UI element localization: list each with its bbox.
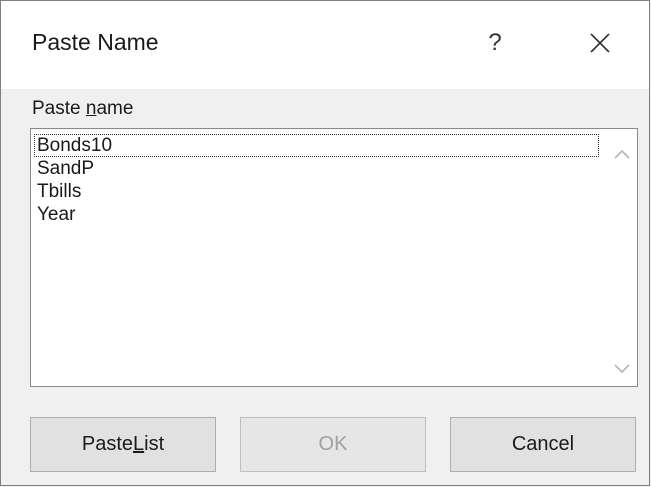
list-item[interactable]: SandP <box>34 157 599 180</box>
scroll-down-button[interactable] <box>607 354 637 384</box>
title-bar: Paste Name ? <box>1 1 649 89</box>
names-list: Bonds10 SandP Tbills Year <box>34 134 599 226</box>
paste-list-button[interactable]: Paste List <box>30 417 216 472</box>
close-button[interactable] <box>574 19 626 67</box>
help-button[interactable]: ? <box>471 19 519 67</box>
names-listbox[interactable]: Bonds10 SandP Tbills Year <box>30 128 638 387</box>
vertical-scrollbar[interactable] <box>607 129 637 386</box>
close-icon <box>590 33 610 53</box>
scroll-up-button[interactable] <box>607 139 637 169</box>
paste-name-label: Paste name <box>32 98 134 119</box>
list-item[interactable]: Tbills <box>34 180 599 203</box>
paste-name-dialog: Paste Name ? Paste name Bonds10 SandP Tb… <box>0 0 650 486</box>
ok-button[interactable]: OK <box>240 417 426 472</box>
chevron-up-icon <box>614 149 630 159</box>
dialog-title: Paste Name <box>32 29 159 55</box>
chevron-down-icon <box>614 364 630 374</box>
list-item[interactable]: Year <box>34 203 599 226</box>
cancel-button[interactable]: Cancel <box>450 417 636 472</box>
list-item[interactable]: Bonds10 <box>34 134 599 157</box>
